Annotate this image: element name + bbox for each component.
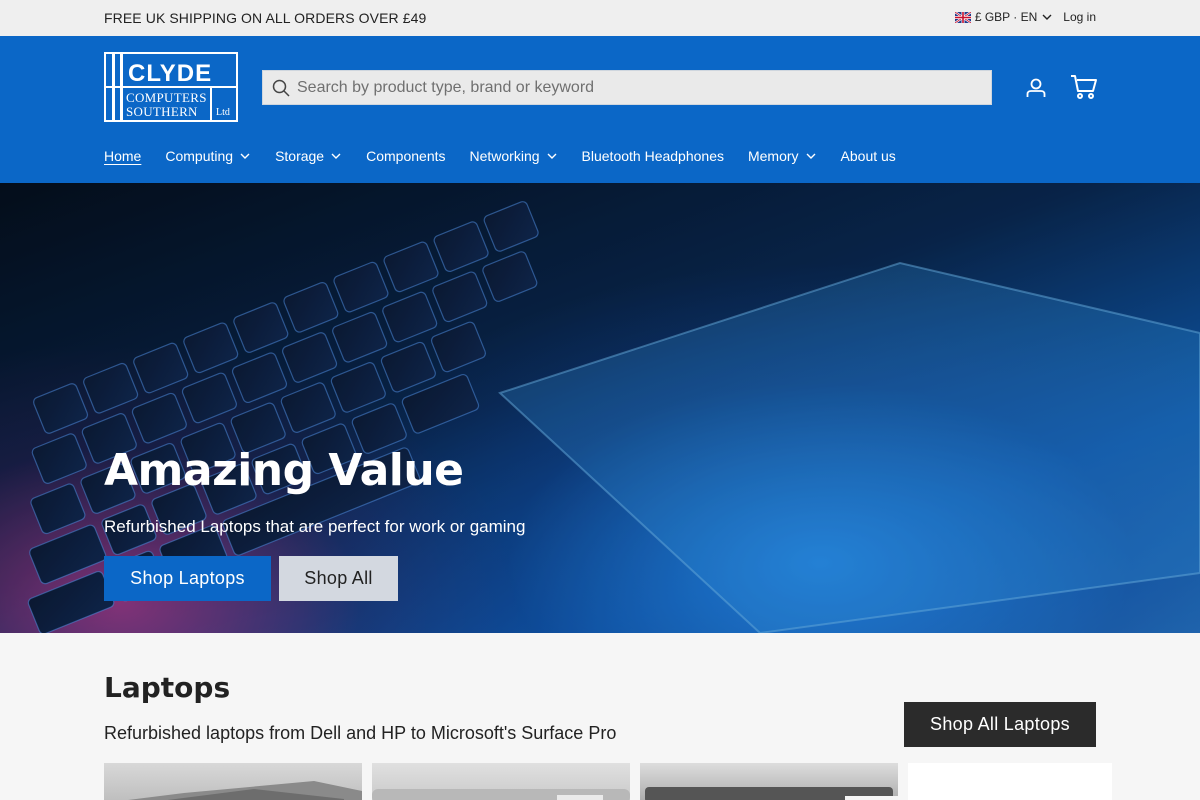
account-icon[interactable] xyxy=(1024,76,1048,100)
nav-item-about-us[interactable]: About us xyxy=(841,148,896,164)
search-input[interactable] xyxy=(297,78,977,97)
product-card[interactable] xyxy=(640,763,898,800)
nav-item-computing[interactable]: Computing xyxy=(165,148,251,164)
logo-text-suffix: Ltd xyxy=(216,107,230,118)
nav-item-bluetooth-headphones[interactable]: Bluetooth Headphones xyxy=(582,148,724,164)
section-title: Laptops xyxy=(104,671,231,704)
hero-title: Amazing Value xyxy=(104,445,464,496)
main-nav: Home Computing Storage Components Networ… xyxy=(104,148,896,164)
shop-laptops-button[interactable]: Shop Laptops xyxy=(104,556,271,601)
chevron-down-icon xyxy=(331,153,341,159)
chevron-down-icon xyxy=(240,153,250,159)
nav-label: About us xyxy=(840,148,896,164)
logo-bar xyxy=(210,86,212,120)
shop-all-laptops-button[interactable]: Shop All Laptops xyxy=(904,702,1096,747)
logo-text-line1: CLYDE xyxy=(128,60,213,87)
nav-item-memory[interactable]: Memory xyxy=(748,148,817,164)
product-cards xyxy=(104,763,1112,800)
nav-label: Networking xyxy=(469,148,540,164)
store-logo[interactable]: CLYDE COMPUTERS SOUTHERN Ltd xyxy=(104,52,238,122)
product-image xyxy=(128,781,362,800)
nav-label: Components xyxy=(366,148,446,164)
product-card[interactable] xyxy=(372,763,630,800)
chevron-down-icon xyxy=(806,153,816,159)
search-bar[interactable] xyxy=(262,70,992,105)
logo-text-line3: SOUTHERN xyxy=(126,104,198,119)
announcement-right: £ GBP · EN Log in xyxy=(954,10,1096,24)
laptops-section: Laptops Refurbished laptops from Dell an… xyxy=(0,633,1200,800)
nav-item-home[interactable]: Home xyxy=(104,148,141,164)
cart-icon[interactable] xyxy=(1070,74,1098,100)
shipping-message: FREE UK SHIPPING ON ALL ORDERS OVER £49 xyxy=(104,10,427,26)
nav-item-storage[interactable]: Storage xyxy=(275,148,342,164)
nav-label: Memory xyxy=(747,148,799,164)
nav-label: Bluetooth Headphones xyxy=(581,148,724,164)
product-card[interactable] xyxy=(104,763,362,800)
chevron-down-icon xyxy=(1042,14,1052,20)
hero-subtitle: Refurbished Laptops that are perfect for… xyxy=(104,517,526,536)
announcement-bar: FREE UK SHIPPING ON ALL ORDERS OVER £49 … xyxy=(0,0,1200,36)
search-icon xyxy=(272,79,290,97)
locale-selector[interactable]: £ GBP · EN xyxy=(954,10,1053,24)
uk-flag-icon xyxy=(954,11,971,23)
hero-banner: Amazing Value Refurbished Laptops that a… xyxy=(0,183,1200,633)
site-header: CLYDE COMPUTERS SOUTHERN Ltd Home Comput… xyxy=(0,36,1200,183)
nav-item-networking[interactable]: Networking xyxy=(470,148,558,164)
locale-label: £ GBP · EN xyxy=(974,10,1038,24)
login-link[interactable]: Log in xyxy=(1063,10,1096,24)
nav-label: Storage xyxy=(275,148,325,164)
section-subtitle: Refurbished laptops from Dell and HP to … xyxy=(104,723,617,743)
nav-label: Home xyxy=(104,148,142,164)
product-image xyxy=(372,789,630,800)
nav-item-components[interactable]: Components xyxy=(366,148,445,164)
chevron-down-icon xyxy=(547,153,557,159)
shop-all-button[interactable]: Shop All xyxy=(279,556,398,601)
nav-label: Computing xyxy=(165,148,234,164)
product-image xyxy=(645,787,898,800)
product-card[interactable] xyxy=(908,763,1112,800)
